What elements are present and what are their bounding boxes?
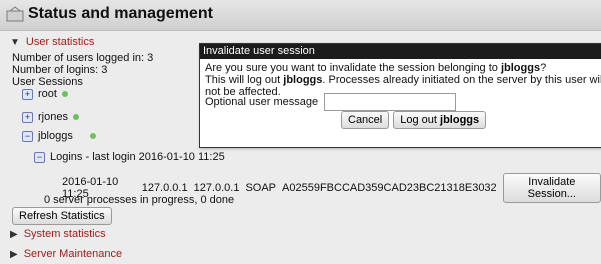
section-label: System statistics xyxy=(23,228,106,240)
logins-label: Logins - last login 2016-01-10 11:25 xyxy=(50,151,225,163)
tree-item-rjones[interactable]: + rjones xyxy=(22,111,79,123)
users-logged-in-text: Number of users logged in: 3 xyxy=(12,52,154,64)
session-ip-2: 127.0.0.1 xyxy=(193,182,240,194)
header-bar: Status and management xyxy=(0,0,601,31)
optional-message-row: Optional user message xyxy=(205,93,457,111)
app-icon xyxy=(6,6,24,22)
tree-item-logins[interactable]: − Logins - last login 2016-01-10 11:25 xyxy=(34,151,225,163)
session-id: A02559FBCCAD359CAD23BC21318E3032 xyxy=(282,182,497,194)
refresh-statistics-button[interactable]: Refresh Statistics xyxy=(12,207,112,225)
dialog-username: jbloggs xyxy=(500,62,541,74)
invalidate-session-dialog: Invalidate user session Are you sure you… xyxy=(199,43,601,148)
tree-item-root[interactable]: + root xyxy=(22,88,68,100)
logout-user-button[interactable]: Log out jbloggs xyxy=(393,111,487,129)
online-status-icon xyxy=(61,91,68,97)
processes-status: 0 server processes in progress, 0 done xyxy=(44,194,235,206)
section-label: Server Maintenance xyxy=(23,248,123,260)
section-label: User statistics xyxy=(25,36,95,48)
session-ip-1: 127.0.0.1 xyxy=(141,182,188,194)
expand-right-icon: ▶ xyxy=(10,248,18,260)
expand-plus-icon[interactable]: + xyxy=(22,88,33,100)
logout-label: Log out xyxy=(400,114,441,126)
tree-item-jbloggs[interactable]: − jbloggs xyxy=(22,130,96,142)
dialog-actions: Cancel Log out jbloggs xyxy=(341,111,487,129)
section-system-statistics[interactable]: ▶ System statistics xyxy=(10,228,106,240)
expand-plus-icon[interactable]: + xyxy=(22,111,33,123)
user-label: root xyxy=(38,88,57,100)
collapse-minus-icon[interactable]: − xyxy=(34,151,45,163)
user-label: jbloggs xyxy=(38,130,73,142)
logins-count-text: Number of logins: 3 xyxy=(12,64,108,76)
section-user-statistics[interactable]: ▼ User statistics xyxy=(10,36,94,48)
expand-down-icon: ▼ xyxy=(10,36,20,48)
expand-right-icon: ▶ xyxy=(10,228,18,240)
invalidate-session-button[interactable]: Invalidate Session... xyxy=(502,173,601,203)
dialog-line2-pre: This will log out xyxy=(205,74,284,86)
online-status-icon xyxy=(72,114,79,120)
section-server-maintenance[interactable]: ▶ Server Maintenance xyxy=(10,248,122,260)
user-label: rjones xyxy=(38,111,68,123)
dialog-line1-pre: Are you sure you want to invalidate the … xyxy=(205,62,501,74)
session-protocol: SOAP xyxy=(245,182,277,194)
dialog-title: Invalidate user session xyxy=(200,44,601,59)
user-sessions-label: User Sessions xyxy=(12,76,83,88)
online-status-icon xyxy=(89,133,96,139)
dialog-username: jbloggs xyxy=(283,74,323,86)
dialog-line1-post: ? xyxy=(540,62,547,74)
user-stats-info: Number of users logged in: 3 Number of l… xyxy=(12,52,153,88)
optional-message-label: Optional user message xyxy=(205,96,319,108)
optional-message-input[interactable] xyxy=(324,93,457,111)
cancel-button[interactable]: Cancel xyxy=(341,111,390,129)
logout-username: jbloggs xyxy=(440,114,480,126)
page-title: Status and management xyxy=(28,5,213,22)
collapse-minus-icon[interactable]: − xyxy=(22,130,33,142)
